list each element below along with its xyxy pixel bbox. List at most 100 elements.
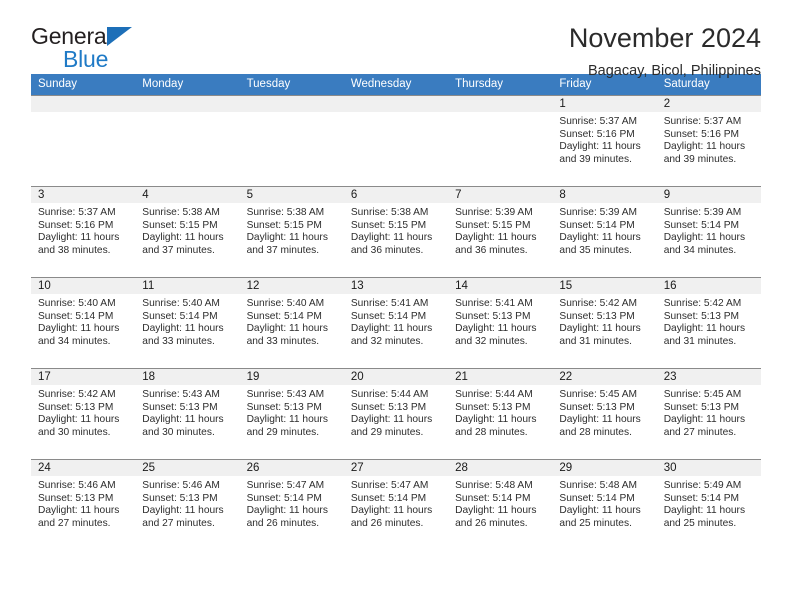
sunset-text: Sunset: 5:14 PM xyxy=(246,310,322,322)
day-cell[interactable]: 4 Sunrise: 5:38 AM Sunset: 5:15 PM Dayli… xyxy=(135,186,240,278)
day-number xyxy=(239,96,344,112)
day-cell[interactable]: 10 Sunrise: 5:40 AM Sunset: 5:14 PM Dayl… xyxy=(31,277,136,369)
daylight-text-line2: and 31 minutes. xyxy=(559,335,632,347)
day-details: Sunrise: 5:37 AM Sunset: 5:16 PM Dayligh… xyxy=(657,112,761,166)
day-cell[interactable]: 29 Sunrise: 5:48 AM Sunset: 5:14 PM Dayl… xyxy=(552,459,657,550)
day-details: Sunrise: 5:43 AM Sunset: 5:13 PM Dayligh… xyxy=(240,385,344,439)
sunset-text: Sunset: 5:14 PM xyxy=(350,310,427,322)
day-details xyxy=(135,112,239,116)
day-cell[interactable]: 9 Sunrise: 5:39 AM Sunset: 5:14 PM Dayli… xyxy=(656,186,761,278)
daylight-text-line2: and 32 minutes. xyxy=(455,335,528,347)
logo-word-blue: Blue xyxy=(63,46,109,72)
weekday-header-monday: Monday xyxy=(135,74,240,96)
sunset-text: Sunset: 5:14 PM xyxy=(455,492,531,504)
logo-text-general: General xyxy=(31,24,191,48)
daylight-text-line2: and 34 minutes. xyxy=(38,335,111,347)
day-cell[interactable]: 6 Sunrise: 5:38 AM Sunset: 5:15 PM Dayli… xyxy=(343,186,449,278)
day-cell[interactable]: 13 Sunrise: 5:41 AM Sunset: 5:14 PM Dayl… xyxy=(343,277,449,369)
sunrise-text: Sunrise: 5:38 AM xyxy=(246,207,325,218)
day-cell[interactable]: 12 Sunrise: 5:40 AM Sunset: 5:14 PM Dayl… xyxy=(239,277,344,369)
day-cell[interactable]: 21 Sunrise: 5:44 AM Sunset: 5:13 PM Dayl… xyxy=(448,368,553,460)
sunrise-text: Sunrise: 5:45 AM xyxy=(559,389,637,400)
sunrise-text: Sunrise: 5:42 AM xyxy=(663,298,742,309)
day-details: Sunrise: 5:38 AM Sunset: 5:15 PM Dayligh… xyxy=(344,203,448,257)
daylight-text-line2: and 29 minutes. xyxy=(350,426,424,438)
calendar-week-row: 10 Sunrise: 5:40 AM Sunset: 5:14 PM Dayl… xyxy=(31,277,761,369)
day-number: 22 xyxy=(552,369,657,385)
day-details: Sunrise: 5:48 AM Sunset: 5:14 PM Dayligh… xyxy=(448,476,552,530)
day-details: Sunrise: 5:37 AM Sunset: 5:16 PM Dayligh… xyxy=(552,112,656,166)
day-cell[interactable]: 5 Sunrise: 5:38 AM Sunset: 5:15 PM Dayli… xyxy=(239,186,344,278)
daylight-text-line1: Daylight: 11 hours xyxy=(142,505,224,517)
sunrise-text: Sunrise: 5:42 AM xyxy=(38,389,116,400)
sunset-text: Sunset: 5:13 PM xyxy=(38,401,114,413)
daylight-text-line2: and 38 minutes. xyxy=(38,244,111,256)
sunrise-text: Sunrise: 5:48 AM xyxy=(455,480,533,491)
daylight-text-line2: and 39 minutes. xyxy=(663,153,737,165)
daylight-text-line1: Daylight: 11 hours xyxy=(38,505,120,517)
day-cell[interactable]: 11 Sunrise: 5:40 AM Sunset: 5:14 PM Dayl… xyxy=(135,277,240,369)
day-number: 19 xyxy=(239,369,344,385)
daylight-text-line2: and 37 minutes. xyxy=(246,244,320,256)
daylight-text-line1: Daylight: 11 hours xyxy=(559,414,641,426)
sunset-text: Sunset: 5:14 PM xyxy=(38,310,114,322)
title-block: November 2024 Bagacay, Bicol, Philippine… xyxy=(569,22,761,81)
day-number xyxy=(343,96,449,112)
day-cell[interactable]: 1 Sunrise: 5:37 AM Sunset: 5:16 PM Dayli… xyxy=(552,95,657,187)
sunrise-text: Sunrise: 5:45 AM xyxy=(663,389,742,400)
day-number xyxy=(448,96,553,112)
day-cell[interactable]: 19 Sunrise: 5:43 AM Sunset: 5:13 PM Dayl… xyxy=(239,368,344,460)
sunset-text: Sunset: 5:14 PM xyxy=(559,219,635,231)
day-number: 2 xyxy=(656,96,761,112)
daylight-text-line2: and 34 minutes. xyxy=(663,244,737,256)
day-cell[interactable]: 26 Sunrise: 5:47 AM Sunset: 5:14 PM Dayl… xyxy=(239,459,344,550)
day-number: 23 xyxy=(656,369,761,385)
daylight-text-line2: and 29 minutes. xyxy=(246,426,320,438)
day-cell[interactable]: 15 Sunrise: 5:42 AM Sunset: 5:13 PM Dayl… xyxy=(552,277,657,369)
day-cell[interactable]: 24 Sunrise: 5:46 AM Sunset: 5:13 PM Dayl… xyxy=(31,459,136,550)
day-cell[interactable]: 23 Sunrise: 5:45 AM Sunset: 5:13 PM Dayl… xyxy=(656,368,761,460)
day-details: Sunrise: 5:40 AM Sunset: 5:14 PM Dayligh… xyxy=(135,294,239,348)
day-cell-empty xyxy=(31,95,136,187)
daylight-text-line1: Daylight: 11 hours xyxy=(559,505,641,517)
daylight-text-line2: and 39 minutes. xyxy=(559,153,632,165)
sunrise-text: Sunrise: 5:39 AM xyxy=(455,207,533,218)
day-cell[interactable]: 8 Sunrise: 5:39 AM Sunset: 5:14 PM Dayli… xyxy=(552,186,657,278)
daylight-text-line2: and 25 minutes. xyxy=(559,517,632,529)
daylight-text-line1: Daylight: 11 hours xyxy=(350,414,433,426)
sunrise-text: Sunrise: 5:42 AM xyxy=(559,298,637,309)
day-number: 28 xyxy=(448,460,553,476)
day-cell[interactable]: 7 Sunrise: 5:39 AM Sunset: 5:15 PM Dayli… xyxy=(448,186,553,278)
day-cell[interactable]: 27 Sunrise: 5:47 AM Sunset: 5:14 PM Dayl… xyxy=(343,459,449,550)
day-number: 8 xyxy=(552,187,657,203)
day-details: Sunrise: 5:39 AM Sunset: 5:14 PM Dayligh… xyxy=(552,203,656,257)
day-cell[interactable]: 2 Sunrise: 5:37 AM Sunset: 5:16 PM Dayli… xyxy=(656,95,761,187)
daylight-text-line1: Daylight: 11 hours xyxy=(246,414,328,426)
sunrise-text: Sunrise: 5:44 AM xyxy=(455,389,533,400)
day-cell[interactable]: 14 Sunrise: 5:41 AM Sunset: 5:13 PM Dayl… xyxy=(448,277,553,369)
sunrise-text: Sunrise: 5:40 AM xyxy=(142,298,220,309)
day-cell[interactable]: 16 Sunrise: 5:42 AM Sunset: 5:13 PM Dayl… xyxy=(656,277,761,369)
day-cell[interactable]: 18 Sunrise: 5:43 AM Sunset: 5:13 PM Dayl… xyxy=(135,368,240,460)
day-details: Sunrise: 5:47 AM Sunset: 5:14 PM Dayligh… xyxy=(344,476,448,530)
logo-triangle-icon xyxy=(107,27,132,46)
day-number: 9 xyxy=(656,187,761,203)
daylight-text-line2: and 36 minutes. xyxy=(455,244,528,256)
day-number: 4 xyxy=(135,187,240,203)
day-cell[interactable]: 25 Sunrise: 5:46 AM Sunset: 5:13 PM Dayl… xyxy=(135,459,240,550)
daylight-text-line1: Daylight: 11 hours xyxy=(38,232,120,244)
day-details: Sunrise: 5:42 AM Sunset: 5:13 PM Dayligh… xyxy=(31,385,135,439)
daylight-text-line1: Daylight: 11 hours xyxy=(663,323,746,335)
sunset-text: Sunset: 5:13 PM xyxy=(559,401,635,413)
month-calendar-grid: Sunday Monday Tuesday Wednesday Thursday… xyxy=(31,74,761,550)
daylight-text-line1: Daylight: 11 hours xyxy=(350,505,433,517)
sunrise-text: Sunrise: 5:40 AM xyxy=(246,298,325,309)
day-cell[interactable]: 3 Sunrise: 5:37 AM Sunset: 5:16 PM Dayli… xyxy=(31,186,136,278)
day-cell[interactable]: 22 Sunrise: 5:45 AM Sunset: 5:13 PM Dayl… xyxy=(552,368,657,460)
day-cell[interactable]: 20 Sunrise: 5:44 AM Sunset: 5:13 PM Dayl… xyxy=(343,368,449,460)
day-cell[interactable]: 30 Sunrise: 5:49 AM Sunset: 5:14 PM Dayl… xyxy=(656,459,761,550)
day-cell[interactable]: 28 Sunrise: 5:48 AM Sunset: 5:14 PM Dayl… xyxy=(448,459,553,550)
generalblue-logo[interactable]: General Blue xyxy=(31,22,191,72)
day-number: 11 xyxy=(135,278,240,294)
day-cell[interactable]: 17 Sunrise: 5:42 AM Sunset: 5:13 PM Dayl… xyxy=(31,368,136,460)
